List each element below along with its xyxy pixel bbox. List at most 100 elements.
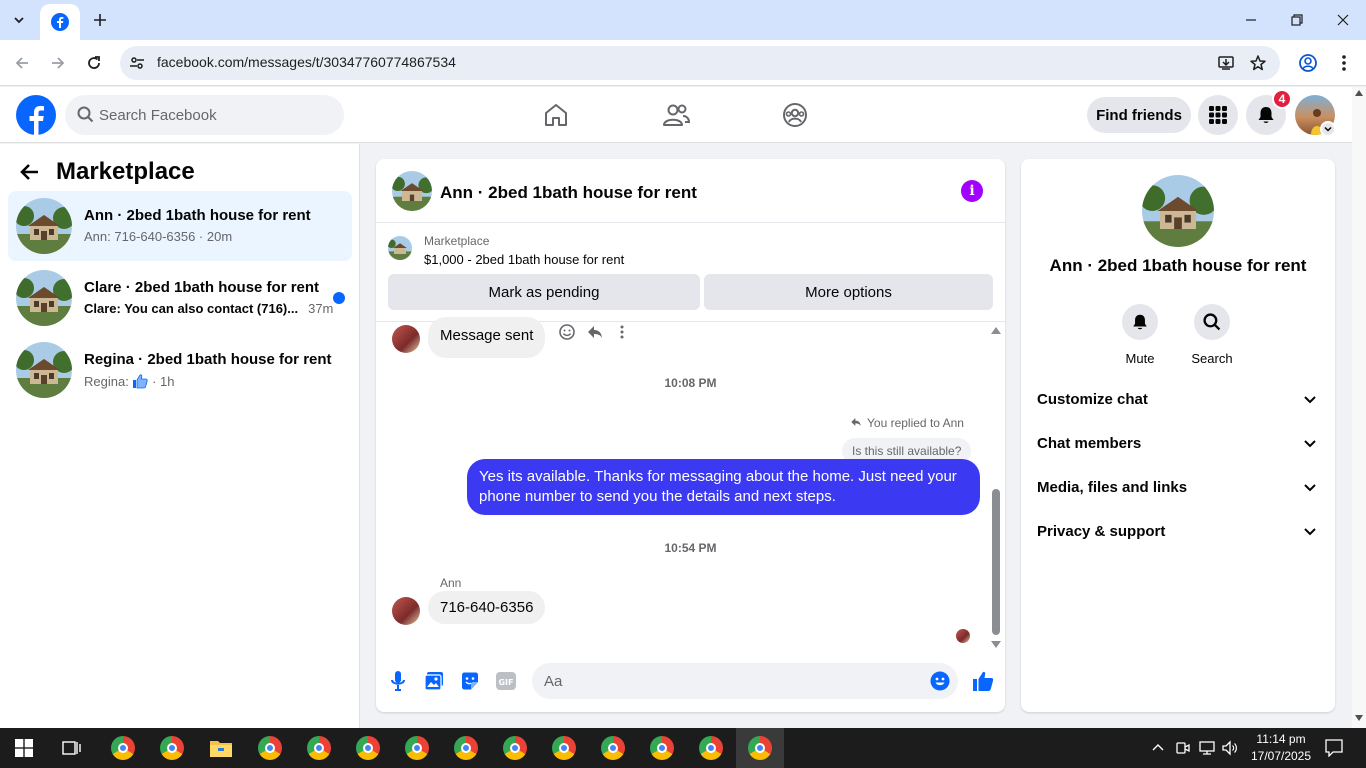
bell-icon: [1133, 314, 1147, 330]
minimize-button[interactable]: [1235, 6, 1267, 34]
listing-thumbnail: [16, 342, 72, 398]
tab-search-chevron-icon[interactable]: [6, 8, 32, 32]
ann-avatar[interactable]: [392, 597, 420, 625]
chat-profile-avatar[interactable]: [1142, 175, 1214, 247]
close-window-button[interactable]: [1327, 6, 1359, 34]
chat-profile-name: Ann · 2bed 1bath house for rent: [1049, 256, 1307, 275]
photo-gallery-icon[interactable]: [422, 669, 446, 693]
message-input[interactable]: [544, 663, 914, 699]
marketplace-label: Marketplace: [424, 234, 490, 248]
conversation-item-regina[interactable]: Regina · 2bed 1bath house for rent Regin…: [8, 335, 352, 405]
profile-icon[interactable]: [1296, 51, 1320, 75]
taskbar-chrome-9[interactable]: [540, 728, 588, 768]
chat-scrollbar[interactable]: [989, 325, 1003, 651]
facebook-search-input[interactable]: [99, 95, 329, 135]
bookmark-star-icon[interactable]: [1248, 53, 1268, 73]
reply-icon[interactable]: [586, 323, 604, 341]
microphone-icon[interactable]: [386, 669, 410, 693]
marketplace-listing-bar: Marketplace $1,000 - 2bed 1bath house fo…: [376, 224, 1005, 322]
media-files-links-section[interactable]: Media, files and links: [1021, 466, 1335, 510]
url-text[interactable]: facebook.com/messages/t/3034776077486753…: [157, 54, 456, 70]
mark-as-pending-button[interactable]: Mark as pending: [388, 274, 700, 310]
facebook-logo-icon[interactable]: [16, 95, 56, 135]
taskbar-chrome-11[interactable]: [638, 728, 686, 768]
taskbar-chrome-8[interactable]: [491, 728, 539, 768]
react-emoji-icon[interactable]: [558, 323, 576, 341]
find-friends-button[interactable]: Find friends: [1087, 97, 1191, 133]
friends-nav-icon[interactable]: [658, 97, 694, 133]
facebook-search-box[interactable]: [65, 95, 344, 135]
meet-now-icon[interactable]: [1176, 740, 1190, 756]
reload-button[interactable]: [82, 51, 106, 75]
chrome-icon: [748, 736, 772, 760]
chevron-down-icon: [1304, 484, 1316, 492]
back-button[interactable]: [10, 51, 34, 75]
listing-thumbnail: [16, 270, 72, 326]
chrome-icon: [258, 736, 282, 760]
chat-members-section[interactable]: Chat members: [1021, 422, 1335, 466]
search-conversation-button[interactable]: Search: [1182, 304, 1242, 366]
listing-small-thumbnail[interactable]: [388, 236, 412, 260]
taskbar-chrome-profile-2[interactable]: [148, 728, 196, 768]
browser-tab-facebook[interactable]: [40, 4, 80, 40]
task-view-button[interactable]: [48, 728, 96, 768]
sticker-icon[interactable]: [458, 669, 482, 693]
notification-center-icon[interactable]: [1325, 739, 1343, 757]
chat-title[interactable]: Ann · 2bed 1bath house for rent: [440, 183, 697, 203]
chat-scroll-thumb[interactable]: [992, 489, 1000, 635]
mute-button[interactable]: Mute: [1110, 304, 1170, 366]
taskbar-file-explorer[interactable]: [197, 728, 245, 768]
taskbar-chrome-12[interactable]: [687, 728, 735, 768]
taskbar-chrome-7[interactable]: [442, 728, 490, 768]
system-clock[interactable]: 11:14 pm 17/07/2025: [1248, 731, 1314, 765]
conversation-item-ann[interactable]: Ann · 2bed 1bath house for rent Ann: 716…: [8, 191, 352, 261]
message-bubble-outgoing[interactable]: Yes its available. Thanks for messaging …: [467, 459, 980, 515]
address-bar[interactable]: facebook.com/messages/t/3034776077486753…: [120, 46, 1280, 80]
chat-avatar[interactable]: [392, 171, 432, 211]
start-button[interactable]: [0, 728, 48, 768]
bell-icon: [1258, 107, 1274, 123]
chrome-icon: [454, 736, 478, 760]
message-bubble-incoming[interactable]: Message sent: [428, 317, 546, 358]
conversation-preview: Ann: 716-640-6356 · 20m: [84, 229, 233, 244]
taskbar-chrome-6[interactable]: [393, 728, 441, 768]
browser-menu-icon[interactable]: [1332, 51, 1356, 75]
more-actions-icon[interactable]: [619, 323, 625, 341]
privacy-support-section[interactable]: Privacy & support: [1021, 510, 1335, 554]
more-options-button[interactable]: More options: [704, 274, 993, 310]
account-chevron-icon[interactable]: [1320, 121, 1336, 137]
message-input-box[interactable]: [532, 663, 958, 699]
taskbar-chrome-3[interactable]: [246, 728, 294, 768]
customize-chat-section[interactable]: Customize chat: [1021, 378, 1335, 422]
conversation-item-clare[interactable]: Clare · 2bed 1bath house for rent Clare:…: [8, 263, 352, 333]
search-icon: [1203, 313, 1221, 331]
forward-button[interactable]: [46, 51, 70, 75]
send-like-icon[interactable]: [971, 669, 995, 693]
emoji-icon[interactable]: [930, 671, 950, 691]
info-icon[interactable]: i: [961, 180, 983, 202]
replied-arrow-icon: [851, 418, 861, 426]
taskbar-chrome-10[interactable]: [589, 728, 637, 768]
listing-price-title[interactable]: $1,000 - 2bed 1bath house for rent: [424, 252, 624, 267]
message-bubble-incoming[interactable]: 716-640-6356: [428, 591, 546, 624]
back-arrow-icon[interactable]: [20, 162, 40, 182]
gif-icon[interactable]: GIF: [494, 669, 518, 693]
taskbar-chrome-active[interactable]: [736, 728, 784, 768]
menu-grid-button[interactable]: [1198, 95, 1238, 135]
page-scrollbar[interactable]: [1352, 87, 1366, 728]
taskbar-chrome-5[interactable]: [344, 728, 392, 768]
groups-nav-icon[interactable]: [777, 97, 813, 133]
svg-text:GIF: GIF: [498, 678, 513, 687]
volume-icon[interactable]: [1222, 740, 1238, 756]
home-nav-icon[interactable]: [538, 97, 574, 133]
chrome-icon: [356, 736, 380, 760]
network-icon[interactable]: [1199, 740, 1215, 756]
taskbar-chrome-profile-1[interactable]: [99, 728, 147, 768]
tray-overflow-chevron-icon[interactable]: [1152, 742, 1164, 752]
install-app-icon[interactable]: [1216, 53, 1236, 73]
taskbar-chrome-4[interactable]: [295, 728, 343, 768]
ann-avatar[interactable]: [392, 325, 420, 353]
site-info-icon[interactable]: [128, 54, 146, 72]
restore-button[interactable]: [1281, 6, 1313, 34]
new-tab-button[interactable]: [88, 8, 112, 32]
